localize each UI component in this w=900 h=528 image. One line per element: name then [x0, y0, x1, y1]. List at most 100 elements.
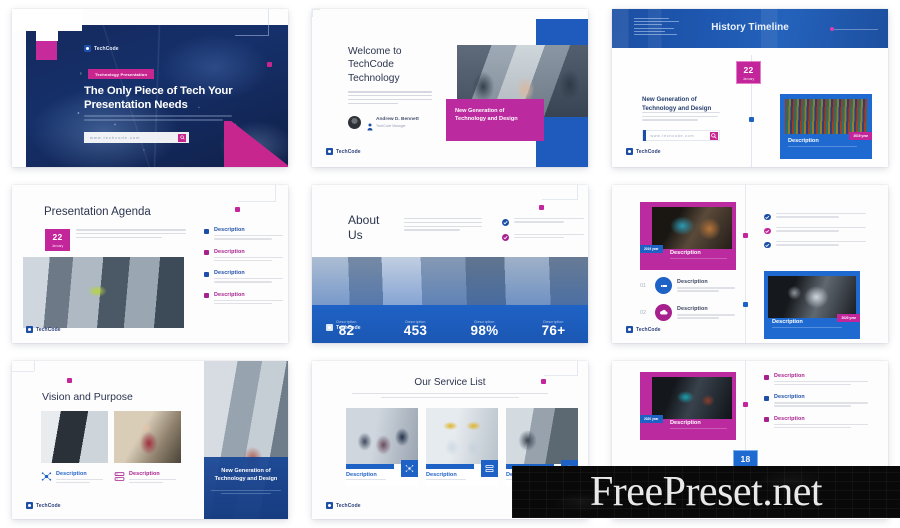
list-item[interactable]: But I must explain to you how all this m…	[764, 213, 866, 220]
service-card-1[interactable]: Description But I must explain to you.	[346, 408, 418, 486]
card-image	[768, 276, 856, 318]
timeline-card-top[interactable]: 2019 year Description But I must explain…	[640, 202, 736, 270]
agenda-connector-h	[238, 201, 276, 202]
logo-mark-icon	[626, 326, 633, 333]
slide-presentation-agenda[interactable]: Presentation Agenda 22 January But I mus…	[12, 185, 288, 343]
stat-item: Description 98%	[450, 320, 519, 343]
timeline-card-bottom[interactable]: 2020 year Description But I must explain…	[764, 271, 860, 339]
hero-title-line2: Presentation Needs	[84, 98, 188, 111]
service-connector-v	[577, 361, 578, 375]
timeline-bullets: But I must explain to you how all this m…	[764, 213, 866, 248]
welcome-title-line1: Welcome to	[348, 46, 402, 57]
cloud-icon	[655, 304, 672, 321]
slide-hero[interactable]: TechCode › Technology Presentation The O…	[12, 9, 288, 167]
vision-card-1[interactable]: Description But I must explain to you ho…	[41, 471, 107, 484]
list-item[interactable]: But I must explain to you how all this m…	[764, 227, 866, 234]
search-icon[interactable]	[178, 133, 186, 142]
agenda-list: Description But I must explain to you ho…	[204, 227, 286, 305]
slide-timeline-cards[interactable]: 2019 year Description But I must explain…	[612, 185, 888, 343]
logo-mark-icon	[26, 502, 33, 509]
logo-techcode: TechCode	[326, 502, 361, 509]
hero-title: The Only Piece of Tech Your Presentation…	[84, 85, 233, 113]
list-item[interactable]: Description But I must explain to you ho…	[204, 270, 286, 283]
service-connector-h	[544, 375, 578, 376]
badge-number: 22	[52, 232, 63, 242]
card-caption: Description But I must explain to you ho…	[670, 250, 732, 260]
list-item[interactable]: Description But I must explain to you ho…	[764, 416, 868, 429]
hero-chevron-icon: ›	[80, 71, 82, 77]
timeline-bullets: Description But I must explain to you ho…	[764, 373, 868, 429]
slide-history-timeline[interactable]: History Timeline 22 January New Generati…	[612, 9, 888, 167]
list-item[interactable]: Description But I must explain to you ho…	[204, 249, 286, 262]
panel-line2: Technology and Design	[214, 476, 278, 483]
item-heading: Description	[214, 270, 245, 277]
user-icon	[367, 118, 373, 131]
service-title: Our Service List	[414, 377, 486, 388]
badge-number: 18	[740, 454, 751, 464]
list-item[interactable]: 01 Description But I must explain to you…	[640, 277, 740, 294]
logo-label: TechCode	[336, 502, 361, 509]
logo-mark-icon	[84, 45, 91, 52]
slide-about-us[interactable]: About Us But I must explain to you how a…	[312, 185, 588, 343]
logo-label: TechCode	[636, 326, 661, 333]
slide-cell-1: TechCode › Technology Presentation The O…	[0, 0, 300, 176]
vision-connector-v	[34, 361, 35, 371]
card-image	[652, 377, 732, 419]
card-heading: Description	[426, 472, 457, 478]
deco-square-magenta	[36, 41, 57, 60]
hero-search-box[interactable]: www.techcode.com	[84, 132, 189, 143]
deco-square-white-4	[58, 9, 82, 31]
item-number: 01	[640, 282, 647, 289]
slide-welcome[interactable]: Welcome to TechCode Technology But I mus…	[312, 9, 588, 167]
bullet-icon	[204, 293, 209, 299]
watermark-banner: FreePreset.net	[512, 466, 900, 518]
badge-number: 22	[743, 65, 754, 75]
vision-card-2[interactable]: Description But I must explain to you ho…	[114, 471, 180, 484]
list-item[interactable]: Description But I must explain to you ho…	[764, 373, 868, 386]
vision-photo-1	[41, 411, 108, 463]
agenda-connector-v	[275, 185, 276, 201]
check-circle-icon	[502, 218, 509, 226]
numbered-list: 01 Description But I must explain to you…	[640, 277, 740, 321]
timeline-card[interactable]: 2020 year Description But I must explain…	[640, 372, 736, 440]
timeline-search-box[interactable]: www.techcode.com	[642, 130, 720, 141]
server-icon	[114, 471, 125, 482]
welcome-title-line2: TechCode	[348, 59, 394, 71]
logo-mark-icon	[26, 326, 33, 333]
list-item[interactable]: Description But I must explain to you ho…	[204, 227, 286, 240]
vision-panel: New Generation of Technology and Design …	[204, 457, 288, 519]
hero-search-input[interactable]: www.techcode.com	[90, 135, 140, 140]
list-item[interactable]: But I must explain to you how all this m…	[502, 218, 584, 226]
logo-label: TechCode	[636, 148, 661, 155]
list-item[interactable]: But I must explain to you how all this m…	[764, 241, 866, 248]
timeline-card[interactable]: 2019 year Description But I must explain…	[780, 94, 872, 159]
network-icon	[401, 460, 418, 477]
hero-tag: Technology Presentation	[88, 69, 155, 79]
timeline-search-input[interactable]: www.techcode.com	[646, 134, 711, 138]
badge-month: January	[742, 76, 755, 81]
slide-vision-and-purpose[interactable]: Vision and Purpose Description But I mus…	[12, 361, 288, 519]
bullet-icon	[204, 271, 209, 277]
welcome-title-line3: Technology	[348, 72, 400, 84]
timeline-node	[749, 117, 754, 122]
item-heading: Description	[774, 373, 805, 379]
card-caption-heading: Description	[772, 319, 803, 325]
service-card-2[interactable]: Description But I must explain to you.	[426, 408, 498, 486]
card-ribbon: 2019 year	[640, 245, 663, 253]
about-connector-h	[542, 199, 578, 200]
avatar	[348, 116, 361, 129]
list-item[interactable]: Description But I must explain to you ho…	[764, 394, 868, 407]
list-item[interactable]: But I must explain to you how all this m…	[502, 233, 584, 241]
logo-label: TechCode	[336, 148, 361, 155]
list-item[interactable]: Description But I must explain to you ho…	[204, 292, 286, 305]
about-title-line2: Us	[348, 227, 363, 242]
list-item[interactable]: 02 Description But I must explain to you…	[640, 304, 740, 321]
search-icon[interactable]	[710, 131, 718, 140]
item-heading: Description	[214, 291, 245, 298]
card-heading: Description	[129, 471, 160, 477]
item-heading: Description	[677, 279, 708, 286]
welcome-panel: New Generation of Technology and Design	[446, 99, 544, 141]
logo-mark-icon	[326, 324, 333, 331]
timeline-banner-title: History Timeline	[711, 22, 789, 33]
card-accent-bar	[426, 464, 474, 469]
